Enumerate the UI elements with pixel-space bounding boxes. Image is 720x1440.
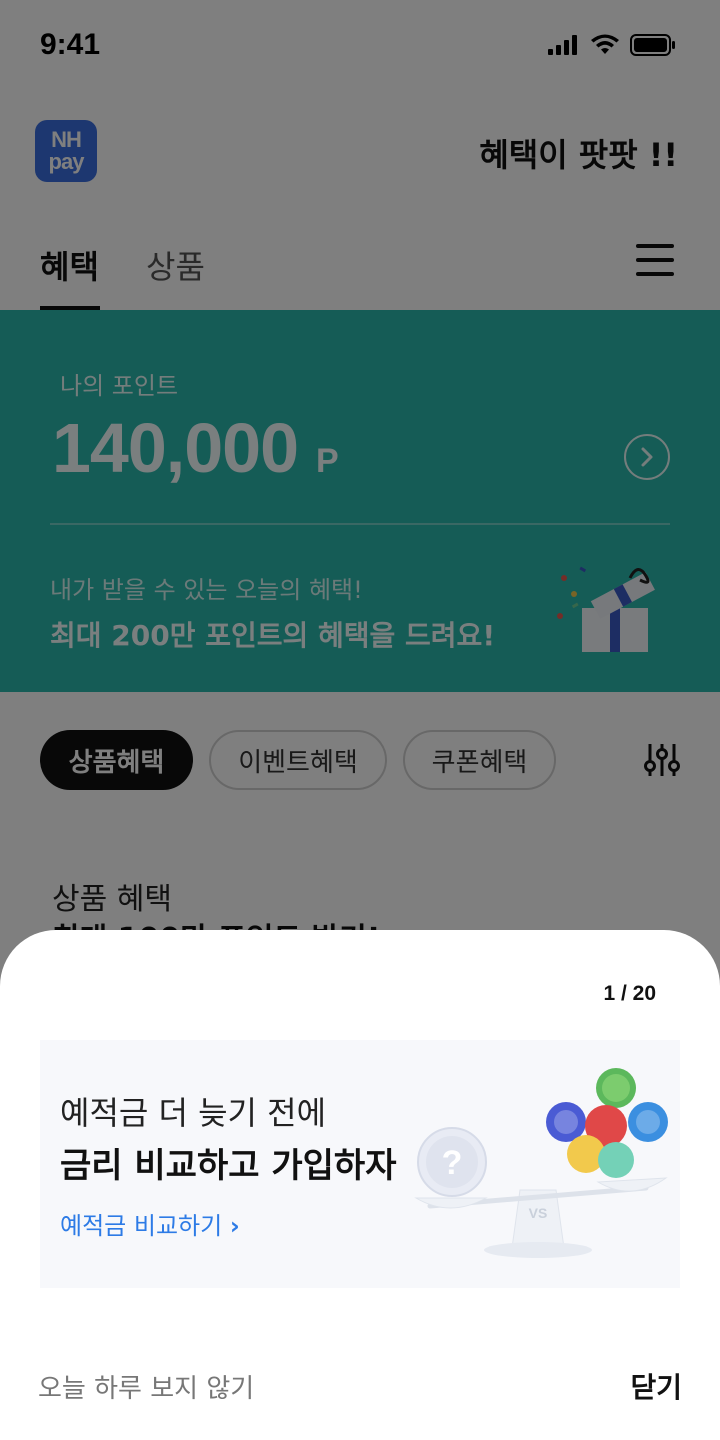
dont-show-today-button[interactable]: 오늘 하루 보지 않기 [38,1368,254,1405]
close-button[interactable]: 닫기 [630,1366,682,1406]
scale-question-mark: ? [442,1144,463,1182]
banner-headline-1: 예적금 더 늦기 전에 [60,1094,327,1132]
promo-banner[interactable]: 예적금 더 늦기 전에 금리 비교하고 가입하자 예적금 비교하기 › VS ? [40,1040,680,1288]
bottom-sheet: 1 / 20 예적금 더 늦기 전에 금리 비교하고 가입하자 예적금 비교하기… [0,930,720,1440]
banner-pager: 1 / 20 [603,982,656,1005]
chevron-right-icon: › [229,1212,240,1240]
scale-vs-mark: VS [529,1205,548,1221]
banner-headline-2: 금리 비교하고 가입하자 [60,1146,397,1186]
compare-deposits-link[interactable]: 예적금 비교하기 › [60,1206,240,1241]
compare-deposits-link-label: 예적금 비교하기 [60,1212,223,1240]
balance-scale-illustration: VS ? [414,1068,668,1258]
